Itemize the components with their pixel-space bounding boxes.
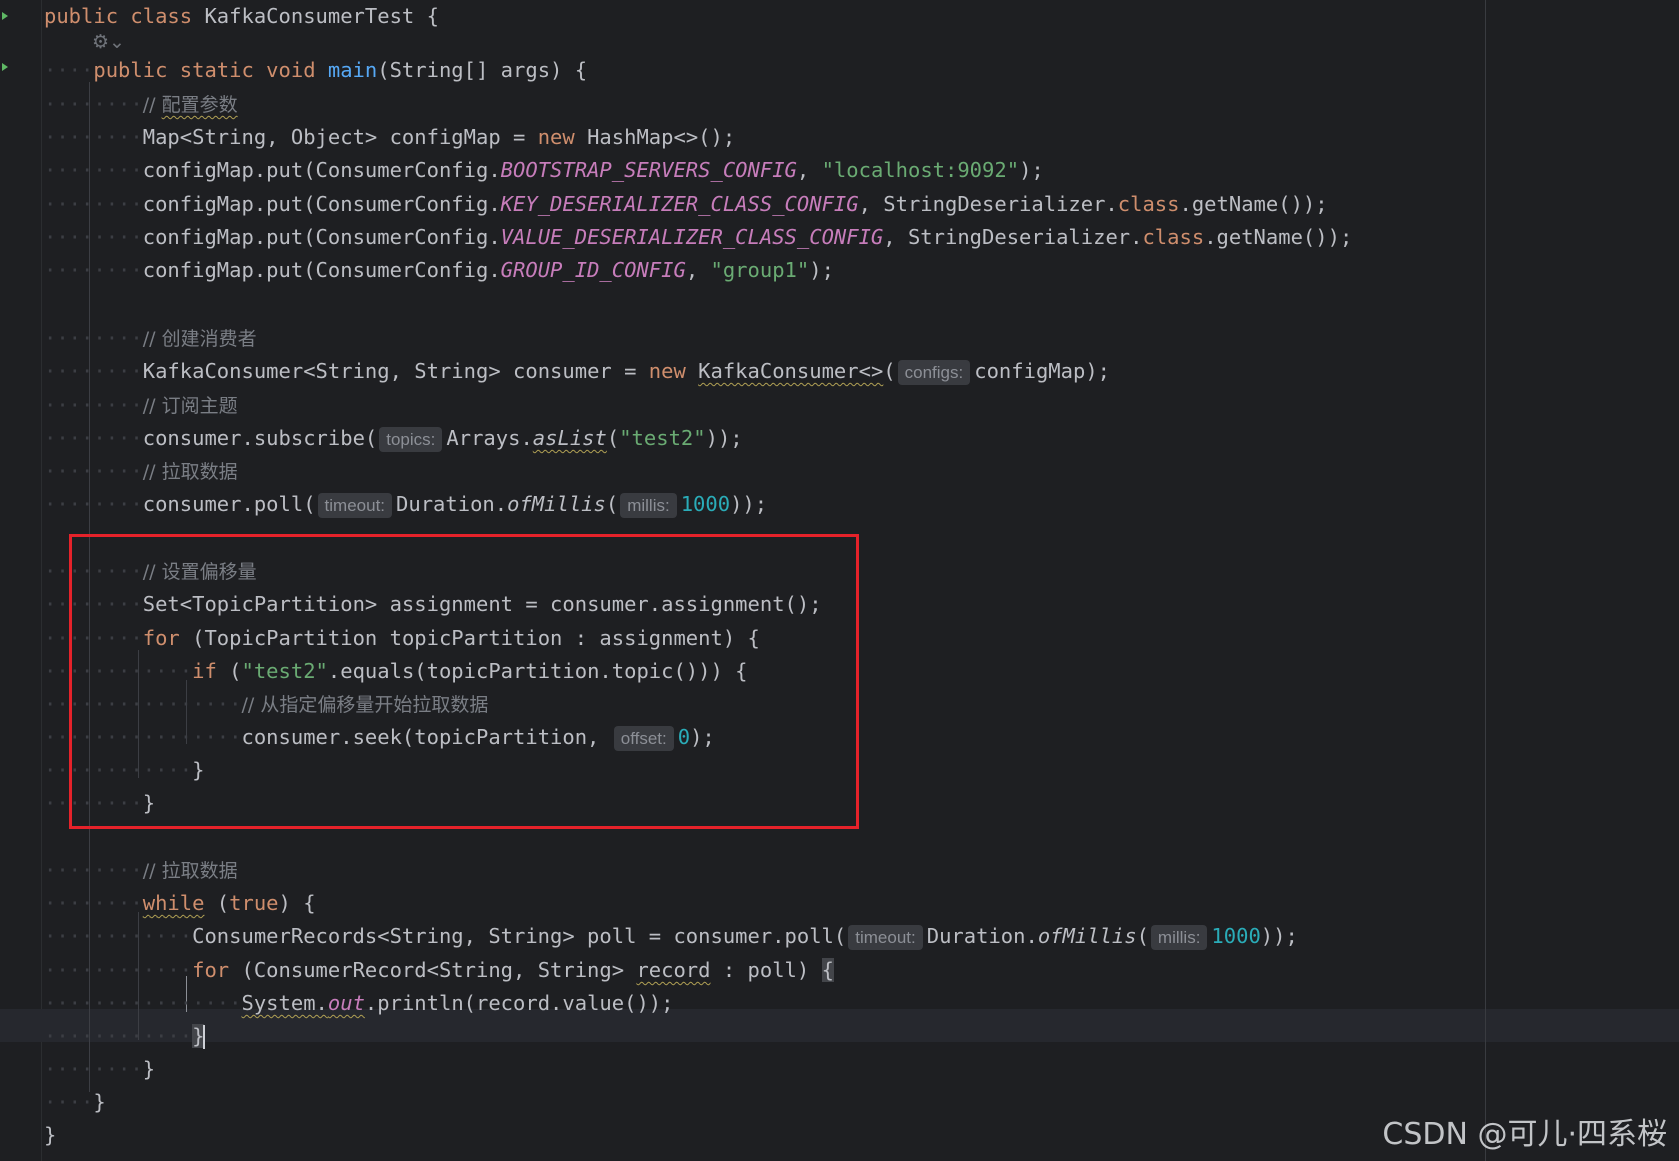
code-line: ········// 配置参数	[44, 92, 238, 116]
method-name: main	[327, 58, 378, 82]
code-line: ········consumer.poll(timeout: Duration.o…	[44, 492, 768, 518]
param-hint: topics:	[379, 427, 443, 452]
code-line: ········while (true) {	[44, 891, 316, 915]
code-line: ········KafkaConsumer<String, String> co…	[44, 359, 1110, 385]
comment-text: 配置参数	[161, 94, 238, 116]
constant: VALUE_DESERIALIZER_CLASS_CONFIG	[500, 225, 884, 249]
constant: GROUP_ID_CONFIG	[500, 258, 686, 282]
constant: KEY_DESERIALIZER_CLASS_CONFIG	[500, 192, 859, 216]
code-line: ····}	[44, 1090, 106, 1114]
param-hint: millis:	[1150, 925, 1208, 950]
code-line: }	[44, 1123, 57, 1147]
code-line: ········}	[44, 1057, 156, 1081]
code-line: ········// 订阅主题	[44, 393, 238, 417]
string-literal: "localhost:9092"	[821, 158, 1020, 182]
code-line: ········// 拉取数据	[44, 858, 238, 882]
number-literal: 1000	[1211, 924, 1261, 948]
param-hint: timeout:	[848, 925, 923, 950]
code-line: ········configMap.put(ConsumerConfig.BOO…	[44, 158, 1044, 182]
comment-text: 拉取数据	[161, 860, 238, 882]
code-line: ········// 创建消费者	[44, 326, 257, 350]
code-line: ················System.out.println(recor…	[44, 991, 674, 1015]
code-line: ········// 拉取数据	[44, 459, 238, 483]
param-hint: configs:	[897, 360, 971, 385]
comment-text: 创建消费者	[161, 328, 257, 350]
code-line: ············ConsumerRecords<String, Stri…	[44, 924, 1298, 950]
ai-assistant-icon[interactable]: ⚙⌄	[92, 31, 125, 53]
param-hint: timeout:	[317, 493, 393, 518]
code-line: ········configMap.put(ConsumerConfig.GRO…	[44, 258, 834, 282]
code-line: ············}	[44, 1024, 206, 1049]
right-margin-guide	[1485, 0, 1486, 1161]
number-literal: 1000	[680, 492, 731, 516]
code-line: ············for (ConsumerRecord<String, …	[44, 958, 834, 982]
code-line: ········Map<String, Object> configMap = …	[44, 125, 736, 149]
comment-text: 拉取数据	[161, 461, 238, 483]
editor-gutter[interactable]	[0, 0, 42, 1161]
highlight-box	[69, 534, 859, 829]
run-method-icon[interactable]	[2, 63, 8, 71]
string-literal: "test2"	[619, 426, 706, 450]
string-literal: "group1"	[710, 258, 810, 282]
watermark: CSDN @可儿·四系桜	[1382, 1117, 1667, 1152]
param-hint: millis:	[620, 493, 677, 518]
run-class-icon[interactable]	[2, 12, 8, 20]
code-line: ········consumer.subscribe(topics: Arrays…	[44, 426, 743, 452]
code-line: ····public static void main(String[] arg…	[44, 58, 588, 82]
code-line: ········configMap.put(ConsumerConfig.KEY…	[44, 192, 1328, 216]
class-name: KafkaConsumerTest	[204, 4, 415, 28]
code-line: ········configMap.put(ConsumerConfig.VAL…	[44, 225, 1353, 249]
comment-text: 订阅主题	[161, 395, 238, 417]
text-cursor	[203, 1025, 206, 1049]
constant: BOOTSTRAP_SERVERS_CONFIG	[500, 158, 797, 182]
code-line: public class KafkaConsumerTest {	[44, 4, 439, 28]
